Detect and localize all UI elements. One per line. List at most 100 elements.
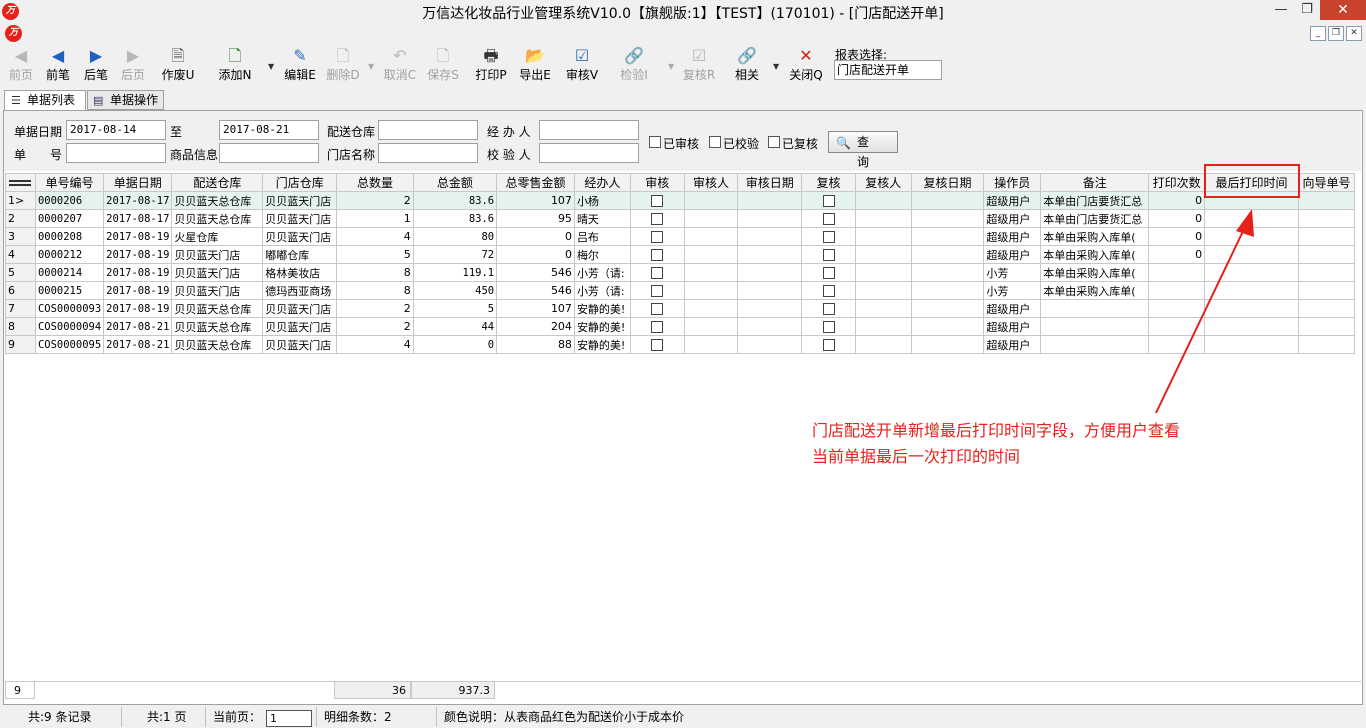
row-indicator[interactable]: 8 <box>5 317 36 336</box>
guide-cell[interactable] <box>1297 227 1356 246</box>
inspector-field[interactable] <box>539 143 639 163</box>
recheck_date-cell[interactable] <box>910 245 985 264</box>
approve-checkbox[interactable] <box>651 339 664 351</box>
related-dropdown-icon[interactable]: ▼ <box>773 62 779 71</box>
column-header[interactable]: 审核 <box>629 173 685 192</box>
approve_date-cell[interactable] <box>737 245 803 264</box>
column-header[interactable]: 打印次数 <box>1148 173 1206 192</box>
amt-cell[interactable]: 5 <box>412 299 498 318</box>
qty-cell[interactable]: 8 <box>336 263 414 282</box>
recheck_date-cell[interactable] <box>910 317 985 336</box>
guide-cell[interactable] <box>1297 191 1356 210</box>
date-from-field[interactable]: 2017-08-14 <box>66 120 166 140</box>
wh-cell[interactable]: 贝贝蓝天总仓库 <box>171 299 264 318</box>
column-header[interactable]: 配送仓库 <box>171 173 264 192</box>
guide-cell[interactable] <box>1297 335 1356 354</box>
column-header[interactable]: 备注 <box>1040 173 1150 192</box>
recheck-cell[interactable] <box>801 227 856 246</box>
recheck_date-cell[interactable] <box>910 263 985 282</box>
wh-cell[interactable]: 火星仓库 <box>171 227 264 246</box>
qty-cell[interactable]: 2 <box>336 191 414 210</box>
no-cell[interactable]: 0000207 <box>34 209 105 228</box>
add-dropdown-icon[interactable]: ▼ <box>268 62 274 71</box>
recheck-checkbox[interactable] <box>822 285 835 297</box>
recheck-checkbox[interactable] <box>822 321 835 333</box>
column-header[interactable]: 单号编号 <box>34 173 105 192</box>
recheck-checkbox[interactable] <box>822 249 835 261</box>
wh-cell[interactable]: 贝贝蓝天总仓库 <box>171 191 264 210</box>
current-page-input[interactable]: 1 <box>266 710 312 727</box>
handler-cell[interactable]: 安静的美! <box>573 299 631 318</box>
recheck-checkbox[interactable] <box>822 303 835 315</box>
toolbar-button-edit[interactable]: ✎ 编辑E <box>281 46 319 88</box>
approve_date-cell[interactable] <box>737 299 803 318</box>
date-cell[interactable]: 2017-08-21 <box>103 335 173 354</box>
remark-cell[interactable]: 本单由门店要货汇总 <box>1040 209 1150 228</box>
child-minimize-icon[interactable]: _ <box>1310 26 1326 41</box>
qty-cell[interactable]: 2 <box>336 299 414 318</box>
row-indicator[interactable]: 2 <box>5 209 36 228</box>
store-cell[interactable]: 贝贝蓝天门店 <box>262 299 338 318</box>
date-cell[interactable]: 2017-08-17 <box>103 191 173 210</box>
column-header[interactable]: 总零售金额 <box>496 173 575 192</box>
date-cell[interactable]: 2017-08-17 <box>103 209 173 228</box>
toolbar-button-related[interactable]: 🔗 相关 <box>729 46 765 88</box>
approve-cell[interactable] <box>629 281 685 300</box>
qty-cell[interactable]: 4 <box>336 335 414 354</box>
retail-cell[interactable]: 95 <box>496 209 575 228</box>
approve-cell[interactable] <box>629 209 685 228</box>
retail-cell[interactable]: 204 <box>496 317 575 336</box>
approve_date-cell[interactable] <box>737 227 803 246</box>
rechecker-cell[interactable] <box>854 245 912 264</box>
recheck-cell[interactable] <box>801 263 856 282</box>
column-header[interactable]: 审核日期 <box>737 173 803 192</box>
recheck-checkbox[interactable] <box>822 339 835 351</box>
approve_date-cell[interactable] <box>737 209 803 228</box>
approver-cell[interactable] <box>683 335 739 354</box>
handler-cell[interactable]: 晴天 <box>573 209 631 228</box>
rechecked-checkbox[interactable] <box>768 136 780 148</box>
recheck-checkbox[interactable] <box>822 267 835 279</box>
store-cell[interactable]: 德玛西亚商场 <box>262 281 338 300</box>
approve-checkbox[interactable] <box>651 267 664 279</box>
column-header[interactable]: 复核 <box>801 173 856 192</box>
amt-cell[interactable]: 83.6 <box>412 209 498 228</box>
approve_date-cell[interactable] <box>737 317 803 336</box>
approver-cell[interactable] <box>683 317 739 336</box>
column-header[interactable]: 总数量 <box>336 173 414 192</box>
handler-cell[interactable]: 吕布 <box>573 227 631 246</box>
op-cell[interactable]: 小芳 <box>983 263 1042 282</box>
handler-cell[interactable]: 小芳（请: <box>573 281 631 300</box>
query-button[interactable]: 🔍 查 询 <box>828 131 898 169</box>
toolbar-button-close-x[interactable]: ✕ 关闭Q <box>784 46 828 88</box>
row-indicator[interactable]: 9 <box>5 335 36 354</box>
handler-cell[interactable]: 安静的美! <box>573 317 631 336</box>
row-indicator[interactable]: 3 <box>5 227 36 246</box>
handler-cell[interactable]: 小杨 <box>573 191 631 210</box>
store-cell[interactable]: 格林美妆店 <box>262 263 338 282</box>
row-indicator-header[interactable] <box>5 173 36 192</box>
approver-cell[interactable] <box>683 299 739 318</box>
date-cell[interactable]: 2017-08-19 <box>103 263 173 282</box>
approve-checkbox[interactable] <box>651 249 664 261</box>
amt-cell[interactable]: 72 <box>412 245 498 264</box>
column-header[interactable]: 向导单号 <box>1297 173 1356 192</box>
approver-cell[interactable] <box>683 191 739 210</box>
amt-cell[interactable]: 44 <box>412 317 498 336</box>
approve_date-cell[interactable] <box>737 263 803 282</box>
recheck_date-cell[interactable] <box>910 191 985 210</box>
handler-cell[interactable]: 梅尔 <box>573 245 631 264</box>
column-header[interactable]: 经办人 <box>573 173 631 192</box>
guide-cell[interactable] <box>1297 245 1356 264</box>
store-field[interactable] <box>378 143 478 163</box>
rechecker-cell[interactable] <box>854 335 912 354</box>
toolbar-button-export[interactable]: 📂 导出E <box>514 46 556 88</box>
docno-field[interactable] <box>66 143 166 163</box>
rechecker-cell[interactable] <box>854 281 912 300</box>
wh-cell[interactable]: 贝贝蓝天门店 <box>171 263 264 282</box>
no-cell[interactable]: 0000215 <box>34 281 105 300</box>
handler-field[interactable] <box>539 120 639 140</box>
verified-checkbox[interactable] <box>709 136 721 148</box>
date-cell[interactable]: 2017-08-19 <box>103 227 173 246</box>
recheck_date-cell[interactable] <box>910 299 985 318</box>
